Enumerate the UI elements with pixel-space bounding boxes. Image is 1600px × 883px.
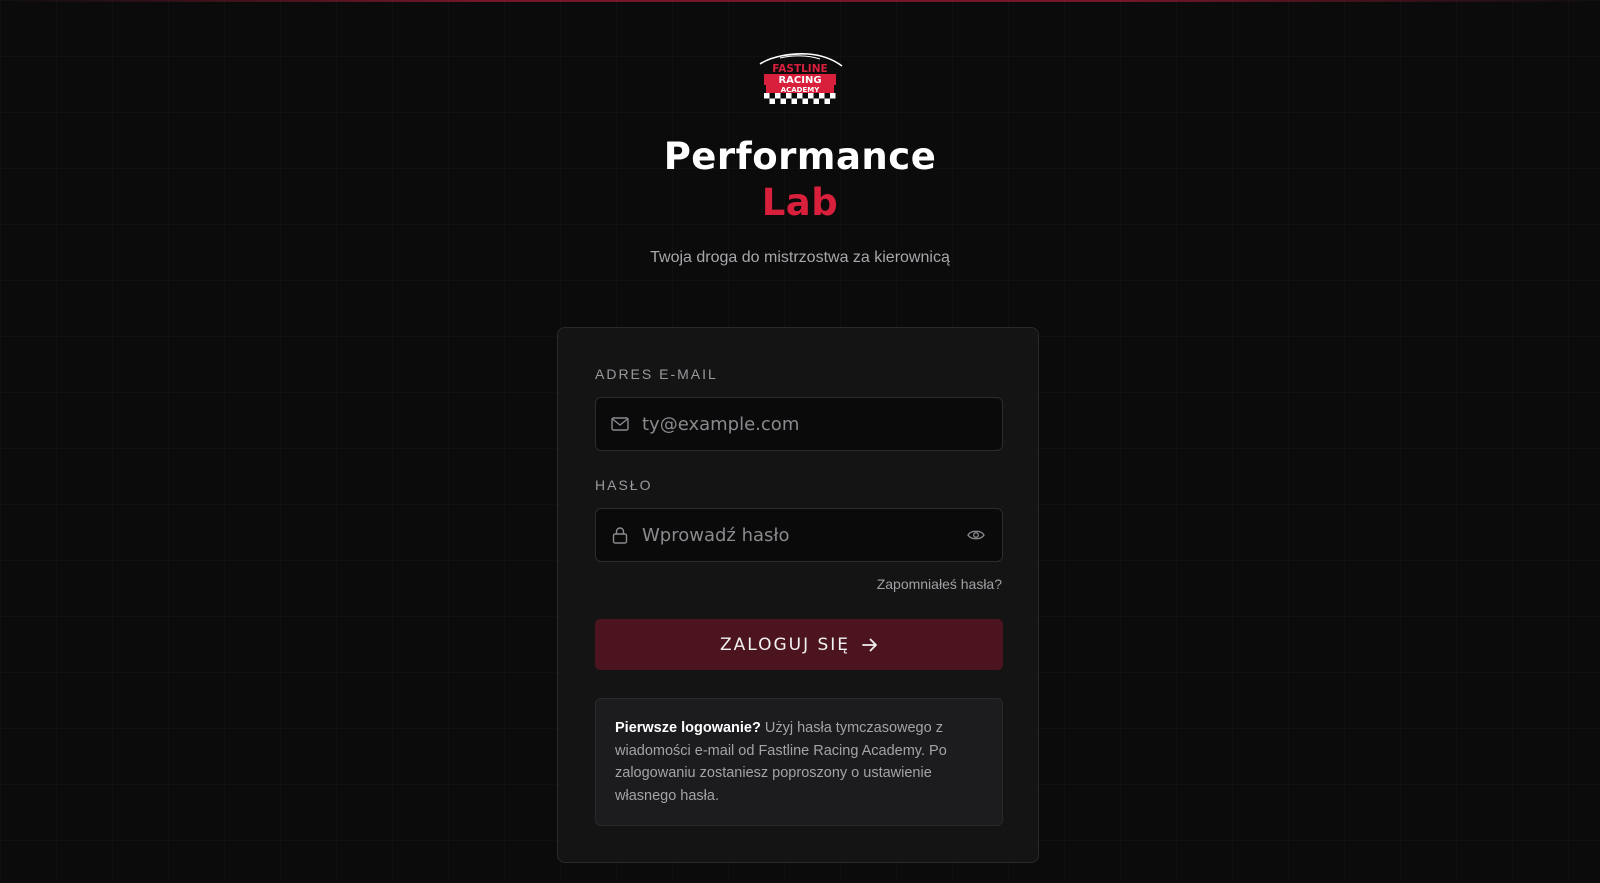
arrow-right-icon xyxy=(862,638,878,652)
mail-icon xyxy=(610,414,630,434)
email-field-container[interactable] xyxy=(595,397,1003,451)
logo-checker-square xyxy=(797,98,803,104)
logo-checker-square xyxy=(819,93,825,99)
page-title-line1: Performance xyxy=(663,135,937,178)
logo-checker-square xyxy=(775,93,781,99)
logo-checker-square xyxy=(802,93,808,99)
svg-text:FASTLINE: FASTLINE xyxy=(772,63,827,75)
logo-checker-square xyxy=(775,98,781,104)
forgot-password-link[interactable]: Zapomniałeś hasła? xyxy=(877,576,1002,592)
logo-checker-square xyxy=(824,93,830,99)
logo-checker-square xyxy=(813,93,819,99)
svg-text:RACING: RACING xyxy=(778,75,821,86)
password-label: HASŁO xyxy=(595,477,653,493)
page-subtitle: Twoja droga do mistrzostwa za kierownicą xyxy=(650,249,950,266)
logo-checker-square xyxy=(830,93,836,99)
logo-checker-square xyxy=(808,98,814,104)
eye-icon[interactable] xyxy=(966,525,986,545)
svg-text:ACADEMY: ACADEMY xyxy=(781,86,821,94)
info-bold-text: Pierwsze logowanie? xyxy=(615,720,761,736)
logo-checker-square xyxy=(780,93,786,99)
logo-checker-square xyxy=(786,98,792,104)
email-input[interactable] xyxy=(642,398,1002,450)
logo-checker-square xyxy=(808,93,814,99)
logo-checker-square xyxy=(813,98,819,104)
logo-checker-square xyxy=(802,98,808,104)
password-input[interactable] xyxy=(642,509,966,561)
logo-checker-square xyxy=(791,98,797,104)
fastline-logo: FASTLINE RACING ACADEMY xyxy=(759,53,843,104)
logo-checker-square xyxy=(830,98,836,104)
page-title-line2: Lab xyxy=(761,181,839,224)
logo-checker-square xyxy=(797,93,803,99)
logo-checker-square xyxy=(824,98,830,104)
login-button-label: ZALOGUJ SIĘ xyxy=(719,634,851,655)
password-field-container[interactable] xyxy=(595,508,1003,562)
logo-checker-square xyxy=(819,98,825,104)
first-login-info: Pierwsze logowanie? Użyj hasła tymczasow… xyxy=(595,698,1003,826)
lock-icon xyxy=(610,525,630,545)
logo-checker-square xyxy=(769,93,775,99)
logo-checker-square xyxy=(764,98,770,104)
login-card: ADRES E-MAIL HASŁO Zapomniałeś hasła? xyxy=(557,327,1039,863)
logo-checker-square xyxy=(786,93,792,99)
email-label: ADRES E-MAIL xyxy=(595,366,718,382)
logo-checker-square xyxy=(764,93,770,99)
logo-checker-square xyxy=(791,93,797,99)
logo-checker-square xyxy=(769,98,775,104)
top-accent-line xyxy=(0,0,1600,2)
login-button[interactable]: ZALOGUJ SIĘ xyxy=(595,619,1003,670)
logo-checker-square xyxy=(780,98,786,104)
